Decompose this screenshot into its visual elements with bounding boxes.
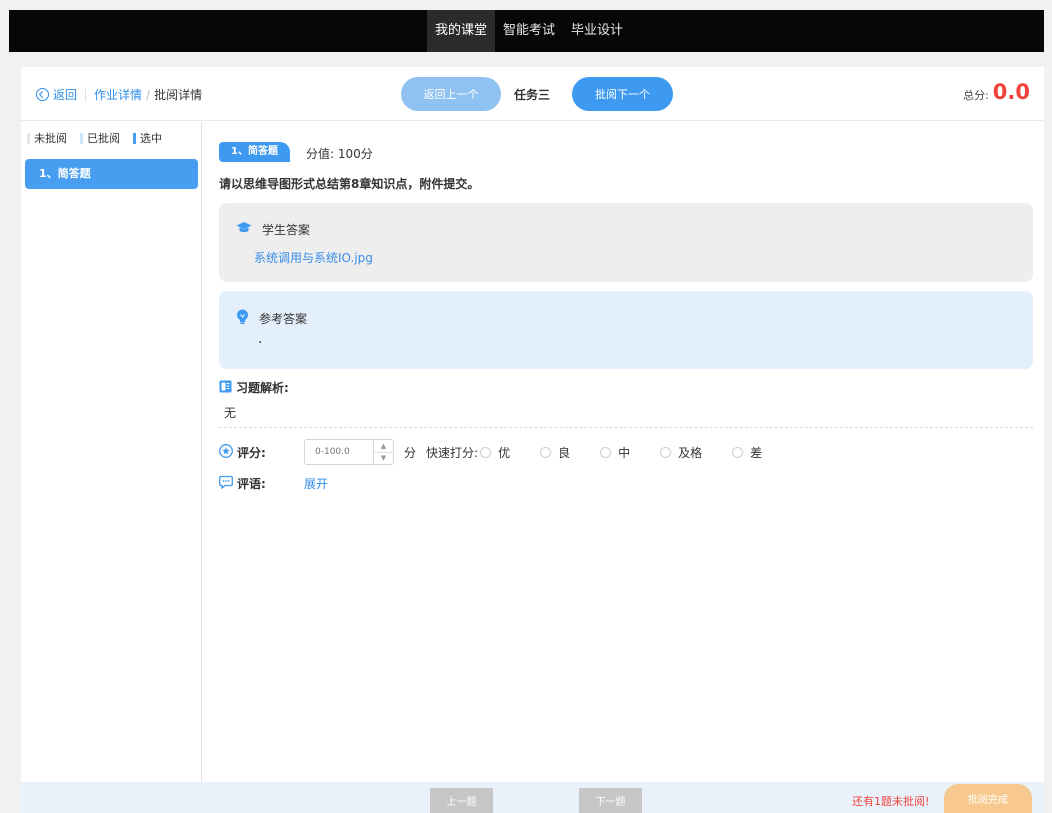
total-score-value: 0.0 (992, 80, 1030, 104)
previous-question-button[interactable]: 上一题 (430, 788, 493, 813)
legend-swatch-graded (80, 132, 83, 144)
quick-score-option-label: 良 (558, 445, 571, 460)
comment-label: 评语: (219, 475, 304, 492)
radio-icon (732, 446, 744, 458)
question-score: 分值: 100分 (306, 147, 373, 161)
remaining-ungraded-notice: 还有1题未批阅! (852, 795, 930, 808)
analysis-label: 习题解析: (236, 381, 289, 395)
quick-score-pass[interactable]: 及格 (660, 444, 702, 461)
comment-row: 评语: 展开 (219, 475, 328, 492)
finish-grading-button[interactable]: 批阅完成 (944, 784, 1032, 813)
rating-label-text: 评分: (237, 445, 266, 460)
stepper-controls: ▲ ▼ (373, 440, 393, 464)
legend-label: 已批阅 (87, 132, 120, 145)
legend-item-graded: 已批阅 (80, 130, 120, 146)
quick-score-excellent[interactable]: 优 (480, 444, 510, 461)
quick-score-option-label: 中 (618, 445, 631, 460)
analysis-title: 习题解析: (219, 379, 289, 396)
back-label: 返回 (53, 88, 78, 102)
rating-row: 评分: ▲ ▼ 分 快速打分: 优 良 中 (219, 437, 1033, 467)
quick-score-label: 快速打分: (426, 445, 479, 460)
radio-icon (540, 446, 552, 458)
radio-icon (480, 446, 492, 458)
sidebar-question-item[interactable]: 1、简答题 (25, 159, 198, 189)
quick-score-good[interactable]: 良 (540, 444, 570, 461)
student-attachment-link[interactable]: 系统调用与系统IO.jpg (254, 249, 373, 266)
grading-footer: 上一题 下一题 还有1题未批阅! 批阅完成 (21, 782, 1044, 813)
radio-icon (660, 446, 672, 458)
score-input[interactable] (305, 440, 373, 464)
radio-icon (600, 446, 612, 458)
breadcrumb-homework-detail[interactable]: 作业详情 (94, 86, 142, 103)
chevron-down-icon[interactable]: ▼ (374, 453, 393, 465)
book-icon (219, 380, 232, 396)
expand-comment-link[interactable]: 展开 (304, 475, 328, 492)
back-arrow-icon (36, 88, 49, 101)
grading-panel: 返回 作业详情 / 批阅详情 返回上一个 任务三 批阅下一个 总分: 0.0 未… (21, 67, 1044, 813)
dashed-divider (219, 427, 1033, 428)
legend-label: 选中 (140, 132, 162, 145)
quick-score-poor[interactable]: 差 (732, 444, 762, 461)
breadcrumb-separator: / (146, 87, 151, 102)
comment-icon (219, 475, 233, 492)
top-nav: 我的课堂 智能考试 毕业设计 (427, 10, 631, 52)
rating-label: 评分: (219, 443, 304, 461)
lightbulb-icon (236, 309, 249, 328)
legend-item-selected: 选中 (133, 130, 162, 146)
quick-score-option-label: 差 (750, 445, 763, 460)
legend-swatch-selected (133, 132, 136, 144)
legend-label: 未批阅 (34, 132, 67, 145)
next-student-button[interactable]: 批阅下一个 (572, 77, 673, 111)
quick-score-option-label: 及格 (678, 445, 703, 460)
student-answer-label: 学生答案 (262, 223, 311, 237)
analysis-body: 无 (224, 406, 237, 420)
quick-score-option-label: 优 (498, 445, 511, 460)
divider (85, 88, 87, 101)
nav-item-my-classroom[interactable]: 我的课堂 (427, 10, 496, 52)
reference-answer-title: 参考答案 (236, 309, 307, 328)
question-type-tag: 1、简答题 (219, 142, 290, 162)
score-unit: 分 (404, 445, 417, 460)
star-icon (219, 443, 233, 461)
previous-student-button[interactable]: 返回上一个 (401, 77, 501, 111)
quick-score-medium[interactable]: 中 (600, 444, 630, 461)
student-answer-box: 学生答案 系统调用与系统IO.jpg (219, 203, 1033, 282)
question-text: 请以思维导图形式总结第8章知识点，附件提交。 (219, 177, 480, 191)
total-score-label: 总分: (963, 89, 989, 102)
next-question-button[interactable]: 下一题 (579, 788, 642, 813)
nav-item-smart-exam[interactable]: 智能考试 (495, 10, 563, 52)
breadcrumb: 返回 作业详情 / 批阅详情 (36, 86, 202, 103)
question-sidebar: 未批阅 已批阅 选中 1、简答题 (21, 122, 202, 782)
back-button[interactable]: 返回 (36, 86, 77, 103)
reference-answer-box: 参考答案 . (219, 291, 1033, 369)
reference-answer-label: 参考答案 (259, 312, 308, 326)
task-name: 任务三 (514, 88, 551, 102)
chevron-up-icon[interactable]: ▲ (374, 440, 393, 453)
score-stepper: ▲ ▼ (304, 439, 394, 465)
top-navigation-bar: 我的课堂 智能考试 毕业设计 (9, 10, 1044, 52)
status-legend: 未批阅 已批阅 选中 (27, 130, 175, 146)
breadcrumb-current: 批阅详情 (154, 88, 203, 102)
graduation-cap-icon (236, 221, 252, 238)
nav-item-graduation-design[interactable]: 毕业设计 (563, 10, 631, 52)
legend-item-ungraded: 未批阅 (27, 130, 67, 146)
grading-header: 返回 作业详情 / 批阅详情 返回上一个 任务三 批阅下一个 总分: 0.0 (21, 67, 1044, 121)
comment-label-text: 评语: (237, 477, 266, 491)
reference-answer-content: . (258, 331, 263, 347)
total-score: 总分: 0.0 (963, 80, 1030, 104)
student-answer-title: 学生答案 (236, 221, 310, 238)
legend-swatch-ungraded (27, 132, 30, 144)
